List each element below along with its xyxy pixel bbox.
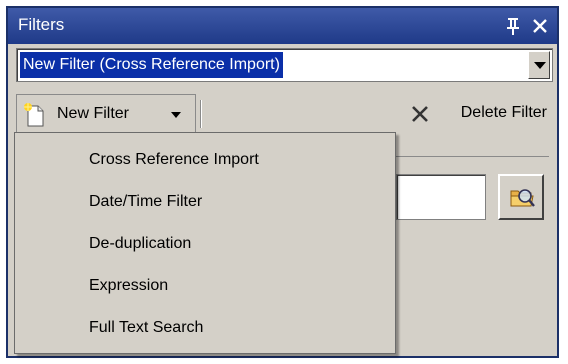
menu-item-expression[interactable]: Expression (15, 265, 395, 307)
toolbar-separator (200, 100, 201, 128)
delete-x-icon[interactable] (411, 105, 429, 123)
browse-folder-icon (510, 189, 535, 207)
chevron-down-icon (171, 112, 181, 118)
new-filter-label: New Filter (57, 105, 130, 122)
pin-icon[interactable] (505, 17, 521, 35)
menu-item-date-time-filter[interactable]: Date/Time Filter (15, 181, 395, 223)
browse-button[interactable] (498, 174, 544, 220)
toolbar: New Filter Delete Filter (8, 94, 557, 134)
new-filter-button[interactable]: New Filter (16, 94, 196, 134)
new-filter-menu: Cross Reference Import Date/Time Filter … (14, 132, 396, 354)
close-icon[interactable] (531, 17, 549, 35)
path-input[interactable] (396, 174, 486, 220)
menu-item-cross-reference-import[interactable]: Cross Reference Import (15, 139, 395, 181)
dropdown-arrow-icon (534, 62, 546, 69)
menu-item-full-text-search[interactable]: Full Text Search (15, 307, 395, 349)
dropdown-button[interactable] (528, 51, 550, 79)
new-document-icon (24, 103, 44, 127)
title-bar: Filters (8, 8, 557, 44)
filter-select-value: New Filter (Cross Reference Import) (20, 52, 283, 78)
filter-select[interactable]: New Filter (Cross Reference Import) (16, 48, 553, 82)
delete-filter-button[interactable]: Delete Filter (461, 104, 547, 122)
menu-item-de-duplication[interactable]: De-duplication (15, 223, 395, 265)
window-title: Filters (18, 15, 65, 34)
